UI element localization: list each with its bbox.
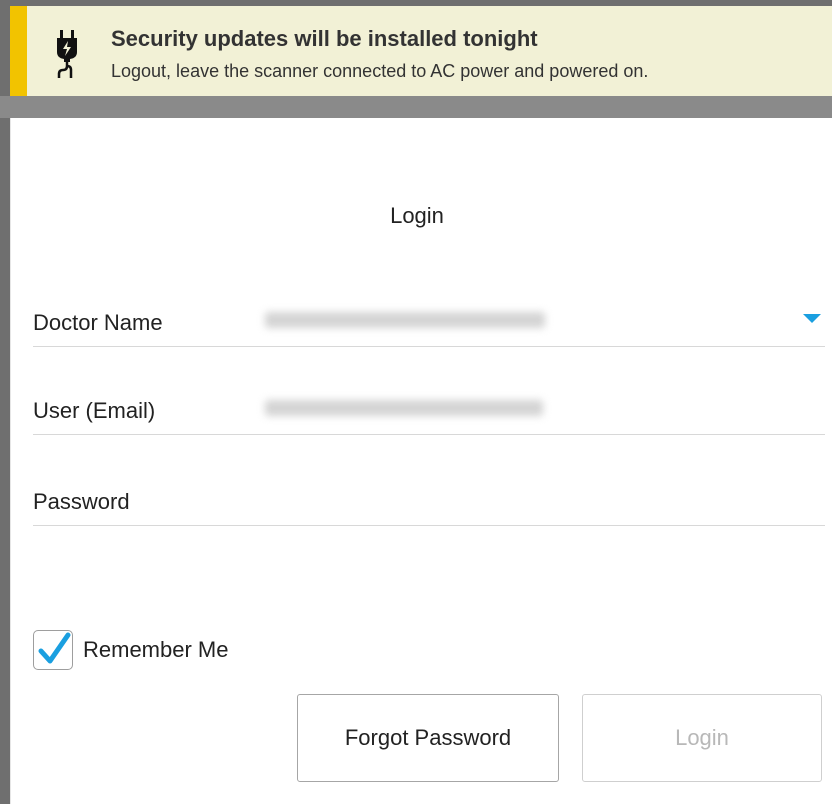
page-title: Login [390,203,444,228]
banner-title: Security updates will be installed tonig… [111,26,538,51]
password-field[interactable]: Password [33,485,825,526]
login-button[interactable]: Login [582,694,822,782]
banner-message: Logout, leave the scanner connected to A… [111,61,649,81]
checkmark-icon [38,632,71,664]
user-email-field[interactable]: User (Email) [33,394,825,435]
password-label: Password [33,489,130,514]
password-input[interactable] [265,487,809,515]
login-panel: Login Doctor Name User (Email) Password … [10,118,832,804]
power-plug-icon [54,28,82,80]
dropdown-arrow-icon[interactable] [803,314,821,323]
login-window: Security updates will be installed tonig… [0,0,832,804]
doctor-name-value[interactable] [265,312,545,328]
banner-separator [0,96,832,118]
banner-accent-bar [10,6,27,96]
doctor-name-field[interactable]: Doctor Name [33,306,825,347]
doctor-name-label: Doctor Name [33,310,163,335]
security-update-banner: Security updates will be installed tonig… [10,6,832,96]
user-email-label: User (Email) [33,398,156,423]
remember-me-label: Remember Me [83,637,229,662]
forgot-password-button[interactable]: Forgot Password [297,694,559,782]
remember-me-checkbox[interactable] [33,630,73,670]
user-email-value[interactable] [265,400,543,416]
remember-me-toggle[interactable]: Remember Me [33,628,228,672]
